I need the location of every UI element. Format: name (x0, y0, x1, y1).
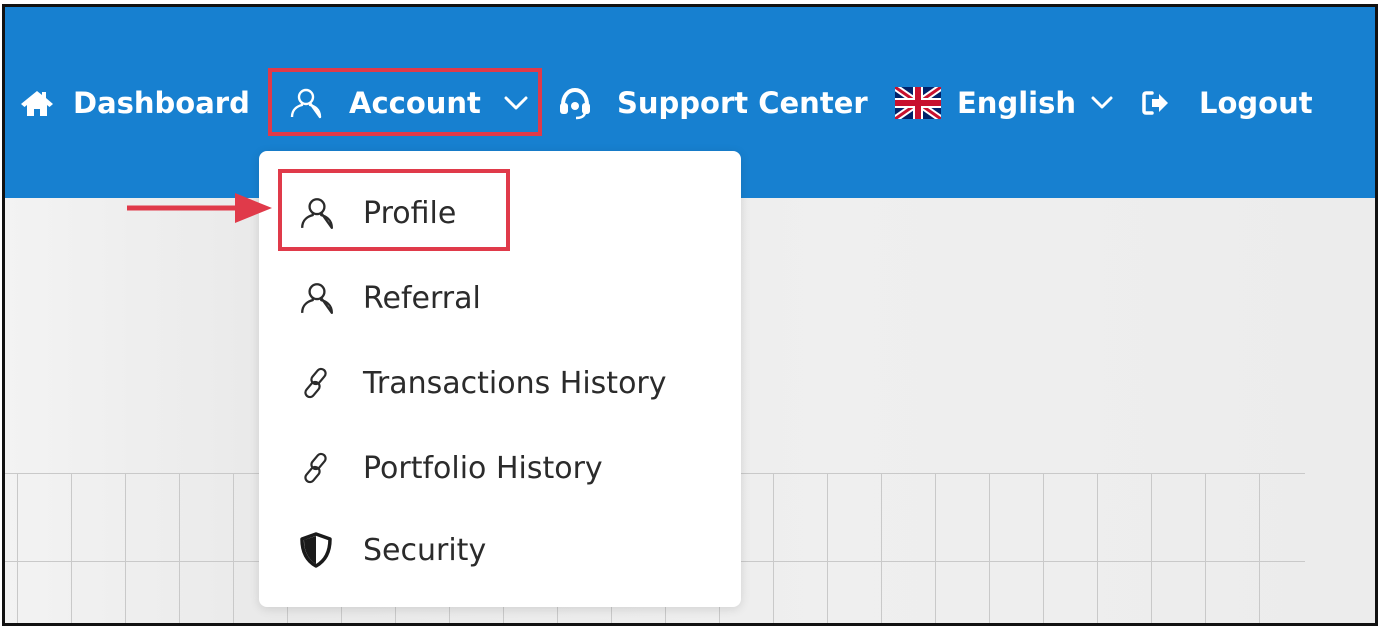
user-icon (299, 278, 339, 318)
nav-language-label: English (957, 86, 1077, 120)
menu-item-profile-label: Profile (363, 195, 457, 231)
app-window: Dashboard Account Support Center English… (2, 4, 1378, 626)
home-icon (19, 88, 55, 118)
nav-logout-label: Logout (1199, 86, 1313, 120)
nav-dashboard-label: Dashboard (73, 86, 250, 120)
menu-item-security-label: Security (363, 532, 487, 568)
nav-support-center[interactable]: Support Center (557, 81, 868, 125)
menu-item-portfolio-history-label: Portfolio History (363, 450, 603, 486)
shield-icon (299, 530, 339, 570)
pointer-arrow-icon (127, 193, 272, 223)
headset-icon (557, 86, 593, 120)
nav-account-label: Account (349, 86, 481, 120)
nav-account[interactable]: Account (289, 81, 529, 125)
nav-logout[interactable]: Logout (1141, 81, 1313, 125)
menu-item-transactions-history[interactable]: Transactions History (299, 358, 667, 408)
uk-flag-icon (895, 87, 941, 119)
link-icon (299, 448, 339, 488)
nav-support-center-label: Support Center (617, 86, 868, 120)
link-icon (299, 363, 339, 403)
menu-item-security[interactable]: Security (299, 525, 486, 575)
chevron-down-icon (1090, 95, 1114, 111)
account-dropdown-menu: Profile Referral Transactions History Po… (259, 151, 741, 607)
nav-language[interactable]: English (895, 81, 1114, 125)
chevron-down-icon (503, 95, 529, 111)
menu-item-portfolio-history[interactable]: Portfolio History (299, 443, 603, 493)
menu-item-referral-label: Referral (363, 280, 481, 316)
sign-out-icon (1141, 89, 1171, 117)
menu-item-profile[interactable]: Profile (299, 188, 456, 238)
menu-item-transactions-history-label: Transactions History (363, 365, 667, 401)
nav-dashboard[interactable]: Dashboard (19, 81, 250, 125)
user-icon (299, 193, 339, 233)
user-icon (289, 86, 323, 120)
menu-item-referral[interactable]: Referral (299, 273, 481, 323)
